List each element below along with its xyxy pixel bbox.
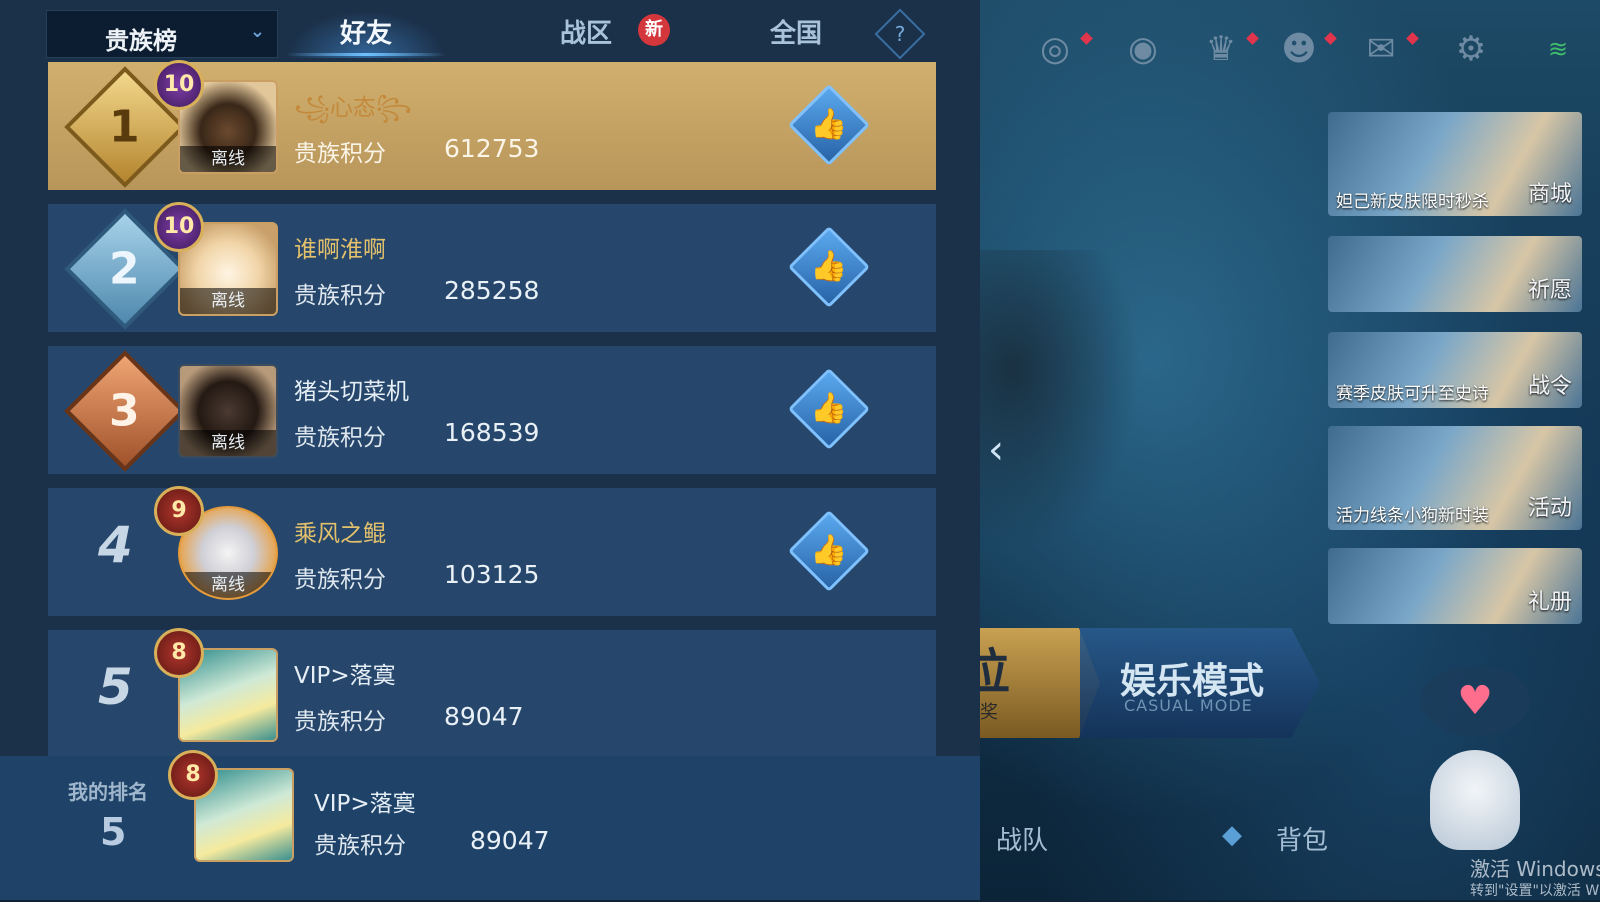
my-rank-bar[interactable]: 我的排名 5 8 VIP>落寞 贵族积分 89047 <box>0 750 980 900</box>
offline-label: 离线 <box>180 288 276 314</box>
leaderboard-tabs: 贵族榜 ⌄ 好友 战区 新 全国 ? <box>46 8 934 63</box>
gift-book-card[interactable]: 礼册 <box>1328 548 1582 624</box>
casual-mode-button[interactable]: 娱乐模式 CASUAL MODE <box>1080 628 1320 738</box>
eye-icon[interactable]: ◉ <box>1118 28 1168 70</box>
score-value: 285258 <box>444 276 540 305</box>
score-label: 贵族积分 <box>294 709 386 735</box>
mail-icon[interactable]: ✉ <box>1356 28 1406 70</box>
score-value: 168539 <box>444 418 540 447</box>
leaderboard-panel: 贵族榜 ⌄ 好友 战区 新 全国 ? 1 离线 10 ꧁心态꧂ 贵族积分 612… <box>0 0 980 900</box>
rank-number: 5 <box>98 658 133 716</box>
ranking-row[interactable]: 2 离线 10 谁啊淮啊 贵族积分 285258 👍 <box>48 202 936 332</box>
thumbs-up-icon: 👍 <box>810 249 848 284</box>
like-button[interactable]: 👍 <box>787 225 871 309</box>
gift-book-card-label: 礼册 <box>1527 590 1572 615</box>
battle-pass-card-label: 战令 <box>1527 374 1572 399</box>
score-value: 612753 <box>444 134 540 163</box>
vip-level-badge: 10 <box>154 202 204 252</box>
score-label: 贵族积分 <box>294 425 386 451</box>
gear-icon[interactable]: ⚙ <box>1446 28 1496 70</box>
ranking-row[interactable]: 1 离线 10 ꧁心态꧂ 贵族积分 612753 👍 <box>48 60 936 190</box>
new-badge: 新 <box>638 14 670 46</box>
rank-number: 1 <box>108 101 140 153</box>
like-button[interactable]: 👍 <box>787 83 871 167</box>
rank-number: 4 <box>98 516 133 574</box>
ranking-row[interactable]: 3 离线 猪头切菜机 贵族积分 168539 👍 <box>48 346 936 474</box>
board-type-dropdown[interactable]: 贵族榜 ⌄ <box>46 10 278 58</box>
score-label: 贵族积分 <box>314 833 406 859</box>
my-rank-label: 我的排名 <box>68 780 148 804</box>
target-icon[interactable]: ◎ <box>1030 28 1080 70</box>
ranking-row[interactable]: 5 8 VIP>落寞 贵族积分 89047 <box>48 628 936 758</box>
score-value: 89047 <box>444 702 524 731</box>
friends-icon[interactable]: ☻ <box>1274 28 1324 70</box>
team-link[interactable]: 战队 <box>996 820 1048 857</box>
shop-card-caption: 妲己新皮肤限时秒杀 <box>1336 192 1489 212</box>
like-button[interactable]: 👍 <box>787 367 871 451</box>
wifi-icon: ≋ <box>1547 35 1569 63</box>
tab-zone[interactable]: 战区 <box>526 10 646 58</box>
vip-level-badge: 9 <box>154 486 204 536</box>
backpack-link[interactable]: 背包 <box>1276 820 1328 857</box>
ranked-mode-button[interactable]: 位 有奖 <box>960 628 1100 738</box>
collapse-panel-button[interactable]: ‹ <box>988 420 1018 480</box>
event-card-label: 活动 <box>1527 496 1572 521</box>
score-label: 贵族积分 <box>294 141 386 167</box>
board-type-label: 贵族榜 <box>105 27 177 55</box>
shop-card[interactable]: 妲己新皮肤限时秒杀 商城 <box>1328 112 1582 216</box>
my-rank-number: 5 <box>100 810 127 854</box>
thumbs-up-icon: 👍 <box>810 107 848 142</box>
score-label: 贵族积分 <box>294 283 386 309</box>
player-name: 猪头切菜机 <box>294 379 409 405</box>
trophy-icon[interactable]: ♛ <box>1196 28 1246 70</box>
player-name: VIP>落寞 <box>294 663 396 689</box>
watermark-line-1: 激活 Windows <box>1470 857 1600 881</box>
casual-mode-subtitle: CASUAL MODE <box>1124 696 1253 715</box>
offline-label: 离线 <box>180 572 276 598</box>
rank-emblem-bronze: 3 <box>64 350 186 472</box>
thumbs-up-icon: 👍 <box>810 391 848 426</box>
vip-level-badge: 8 <box>154 628 204 678</box>
shop-card-label: 商城 <box>1527 182 1572 207</box>
help-button[interactable]: ? <box>874 8 926 60</box>
score-value: 89047 <box>470 826 550 855</box>
wish-card[interactable]: 祈愿 <box>1328 236 1582 312</box>
vip-level-badge: 10 <box>154 60 204 110</box>
tab-nation[interactable]: 全国 <box>736 10 856 58</box>
wish-card-label: 祈愿 <box>1527 278 1572 303</box>
windows-activation-watermark: 激活 Windows 转到"设置"以激活 W <box>1470 858 1600 902</box>
vip-level-badge: 8 <box>168 750 218 800</box>
battle-pass-card-caption: 赛季皮肤可升至史诗 <box>1336 384 1489 404</box>
backpack-icon[interactable]: ◆ <box>1222 820 1242 850</box>
player-name: VIP>落寞 <box>314 791 416 817</box>
offline-label: 离线 <box>180 146 276 172</box>
ranking-row[interactable]: 4 离线 9 乘风之鲲 贵族积分 103125 👍 <box>48 486 936 616</box>
event-card[interactable]: 活力线条小狗新时装 活动 <box>1328 426 1582 530</box>
hero-artwork <box>960 250 1140 550</box>
offline-label: 离线 <box>180 430 276 456</box>
battle-pass-card[interactable]: 赛季皮肤可升至史诗 战令 <box>1328 332 1582 408</box>
heart-icon[interactable]: ♥ <box>1420 666 1530 736</box>
chevron-down-icon: ⌄ <box>249 21 265 42</box>
thumbs-up-icon: 👍 <box>810 533 848 568</box>
event-card-caption: 活力线条小狗新时装 <box>1336 506 1489 526</box>
player-name: 乘风之鲲 <box>294 521 386 547</box>
question-icon: ? <box>894 22 906 46</box>
avatar[interactable]: 离线 <box>178 364 278 458</box>
player-name: 谁啊淮啊 <box>294 237 386 263</box>
tab-friends[interactable]: 好友 <box>286 10 446 58</box>
watermark-line-2: 转到"设置"以激活 W <box>1470 883 1600 899</box>
rank-number: 2 <box>108 243 140 295</box>
like-button[interactable]: 👍 <box>787 509 871 593</box>
player-name: ꧁心态꧂ <box>294 95 412 121</box>
score-label: 贵族积分 <box>294 567 386 593</box>
rank-number: 3 <box>108 385 140 437</box>
mascot-avatar[interactable] <box>1430 750 1520 850</box>
score-value: 103125 <box>444 560 540 589</box>
